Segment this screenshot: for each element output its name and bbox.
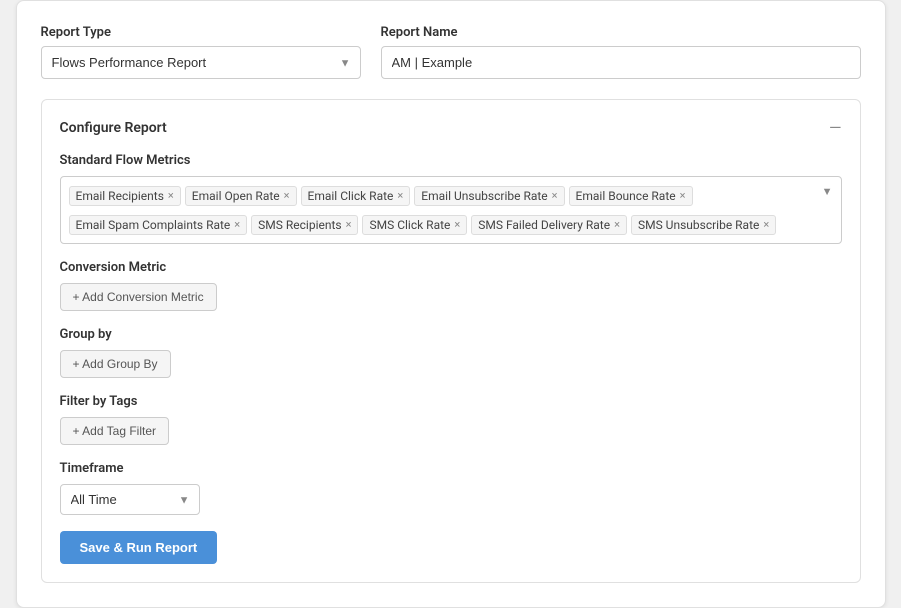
tag-sms-recipients: SMS Recipients × bbox=[251, 215, 358, 235]
report-type-select-wrapper: Flows Performance Report ▼ bbox=[41, 46, 361, 79]
standard-metrics-block: Standard Flow Metrics Email Recipients ×… bbox=[60, 153, 842, 244]
timeframe-block: Timeframe All Time Last 7 Days Last 30 D… bbox=[60, 461, 842, 515]
top-row: Report Type Flows Performance Report ▼ R… bbox=[41, 25, 861, 79]
filter-tags-block: Filter by Tags + Add Tag Filter bbox=[60, 394, 842, 445]
configure-title: Configure Report bbox=[60, 120, 167, 136]
tag-sms-unsubscribe-rate: SMS Unsubscribe Rate × bbox=[631, 215, 776, 235]
tag-sms-click-rate: SMS Click Rate × bbox=[362, 215, 467, 235]
tag-close-email-click-rate[interactable]: × bbox=[397, 190, 403, 201]
tag-close-sms-failed-delivery-rate[interactable]: × bbox=[614, 219, 620, 230]
tag-email-spam-complaints-rate: Email Spam Complaints Rate × bbox=[69, 215, 248, 235]
tag-close-sms-recipients[interactable]: × bbox=[346, 219, 352, 230]
group-by-label: Group by bbox=[60, 327, 842, 342]
add-group-by-button[interactable]: + Add Group By bbox=[60, 350, 171, 378]
tag-email-unsubscribe-rate: Email Unsubscribe Rate × bbox=[414, 186, 564, 206]
tags-dropdown-arrow-icon[interactable]: ▼ bbox=[822, 185, 833, 198]
report-type-label: Report Type bbox=[41, 25, 361, 40]
tag-close-email-unsubscribe-rate[interactable]: × bbox=[552, 190, 558, 201]
page-wrapper: Report Type Flows Performance Report ▼ R… bbox=[16, 0, 886, 608]
tag-email-bounce-rate: Email Bounce Rate × bbox=[569, 186, 693, 206]
metrics-tags-container[interactable]: Email Recipients × Email Open Rate × Ema… bbox=[60, 176, 842, 244]
tag-email-recipients: Email Recipients × bbox=[69, 186, 181, 206]
timeframe-select[interactable]: All Time Last 7 Days Last 30 Days Last 9… bbox=[60, 484, 200, 515]
timeframe-label: Timeframe bbox=[60, 461, 842, 476]
group-by-block: Group by + Add Group By bbox=[60, 327, 842, 378]
tag-close-sms-click-rate[interactable]: × bbox=[454, 219, 460, 230]
tag-close-sms-unsubscribe-rate[interactable]: × bbox=[763, 219, 769, 230]
tag-close-email-recipients[interactable]: × bbox=[168, 190, 174, 201]
add-tag-filter-button[interactable]: + Add Tag Filter bbox=[60, 417, 170, 445]
tag-email-click-rate: Email Click Rate × bbox=[301, 186, 411, 206]
collapse-icon[interactable]: — bbox=[829, 118, 842, 137]
report-name-field: Report Name bbox=[381, 25, 861, 79]
conversion-metric-block: Conversion Metric + Add Conversion Metri… bbox=[60, 260, 842, 311]
report-type-field: Report Type Flows Performance Report ▼ bbox=[41, 25, 361, 79]
timeframe-select-wrapper: All Time Last 7 Days Last 30 Days Last 9… bbox=[60, 484, 200, 515]
add-conversion-metric-button[interactable]: + Add Conversion Metric bbox=[60, 283, 217, 311]
standard-metrics-label: Standard Flow Metrics bbox=[60, 153, 842, 168]
configure-section: Configure Report — Standard Flow Metrics… bbox=[41, 99, 861, 583]
report-name-input[interactable] bbox=[381, 46, 861, 79]
report-type-select[interactable]: Flows Performance Report bbox=[41, 46, 361, 79]
tag-sms-failed-delivery-rate: SMS Failed Delivery Rate × bbox=[471, 215, 627, 235]
tag-close-email-open-rate[interactable]: × bbox=[284, 190, 290, 201]
tag-email-open-rate: Email Open Rate × bbox=[185, 186, 297, 206]
tag-close-email-bounce-rate[interactable]: × bbox=[680, 190, 686, 201]
filter-tags-label: Filter by Tags bbox=[60, 394, 842, 409]
conversion-metric-label: Conversion Metric bbox=[60, 260, 842, 275]
tag-close-email-spam-complaints-rate[interactable]: × bbox=[234, 219, 240, 230]
save-run-report-button[interactable]: Save & Run Report bbox=[60, 531, 218, 564]
configure-header: Configure Report — bbox=[60, 118, 842, 137]
report-name-label: Report Name bbox=[381, 25, 861, 40]
